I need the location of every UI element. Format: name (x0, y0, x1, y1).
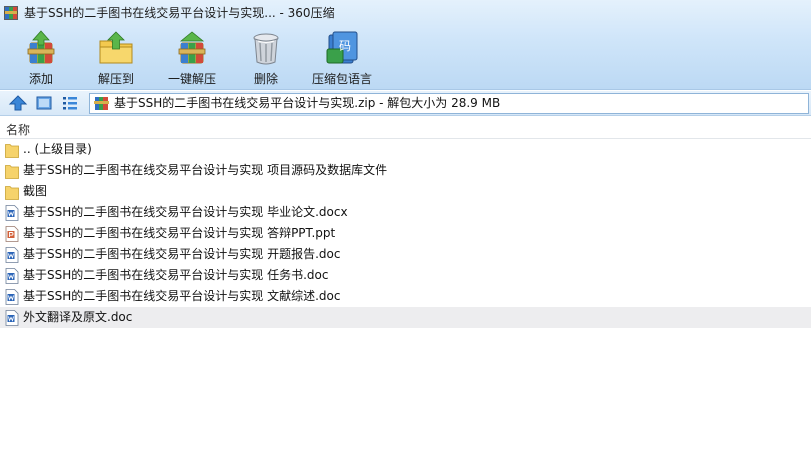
archive-language-label: 压缩包语言 (311, 72, 372, 86)
title-bar[interactable]: 基于SSH的二手图书在线交易平台设计与实现... - 360压缩 (0, 0, 811, 26)
list-item[interactable]: 基于SSH的二手图书在线交易平台设计与实现 文献综述.doc (0, 286, 811, 307)
winrar-books-icon (4, 6, 18, 20)
word-document-icon (5, 310, 19, 326)
folder-icon (5, 165, 19, 179)
file-list: 名称 .. (上级目录) 基于SSH的二手图书在线交易平台设计与实现 项目源码及… (0, 117, 811, 449)
folder-icon (5, 186, 19, 200)
app-window: 基于SSH的二手图书在线交易平台设计与实现... - 360压缩 添加 解压到 … (0, 0, 811, 449)
list-item-name: 基于SSH的二手图书在线交易平台设计与实现 项目源码及数据库文件 (23, 163, 388, 177)
delete-label: 删除 (253, 72, 278, 86)
word-document-icon (5, 247, 19, 263)
list-item[interactable]: 基于SSH的二手图书在线交易平台设计与实现 项目源码及数据库文件 (0, 160, 811, 181)
address-text: 基于SSH的二手图书在线交易平台设计与实现.zip - 解包大小为 28.9 M… (114, 96, 501, 110)
add-archive-icon (27, 30, 55, 64)
one-click-extract-button[interactable]: 一键解压 (164, 26, 220, 88)
list-item-name: 基于SSH的二手图书在线交易平台设计与实现 开题报告.doc (23, 247, 341, 261)
list-item-name: .. (上级目录) (23, 142, 92, 156)
add-label: 添加 (28, 72, 53, 86)
word-document-icon (5, 289, 19, 305)
word-document-icon (5, 205, 19, 221)
winrar-books-icon (94, 97, 109, 110)
list-item[interactable]: .. (上级目录) (0, 139, 811, 160)
list-view-icon[interactable] (60, 94, 80, 112)
extract-to-button[interactable]: 解压到 (88, 26, 144, 88)
list-item-name: 外文翻译及原文.doc (23, 310, 133, 324)
navigation-bar: 基于SSH的二手图书在线交易平台设计与实现.zip - 解包大小为 28.9 M… (0, 91, 811, 116)
toolbar: 添加 解压到 一键解压 删除 码 压缩包语言 (0, 26, 811, 90)
address-field[interactable]: 基于SSH的二手图书在线交易平台设计与实现.zip - 解包大小为 28.9 M… (89, 93, 809, 114)
list-item-name: 基于SSH的二手图书在线交易平台设计与实现 文献综述.doc (23, 289, 341, 303)
one-click-extract-label: 一键解压 (167, 72, 216, 86)
list-item[interactable]: 基于SSH的二手图书在线交易平台设计与实现 任务书.doc (0, 265, 811, 286)
word-document-icon (5, 268, 19, 284)
archive-language-button[interactable]: 码 压缩包语言 (306, 26, 378, 88)
add-button[interactable]: 添加 (14, 26, 68, 88)
list-item[interactable]: 截图 (0, 181, 811, 202)
up-arrow-icon[interactable] (8, 94, 28, 112)
list-item[interactable]: 基于SSH的二手图书在线交易平台设计与实现 开题报告.doc (0, 244, 811, 265)
list-item-name: 基于SSH的二手图书在线交易平台设计与实现 毕业论文.docx (23, 205, 348, 219)
large-icon-view-icon[interactable] (34, 94, 54, 112)
extract-to-icon (99, 31, 133, 64)
column-header-label: 名称 (6, 123, 31, 137)
column-header-name[interactable]: 名称 (0, 117, 811, 139)
one-click-extract-icon (178, 31, 206, 64)
list-item-selected[interactable]: 外文翻译及原文.doc (0, 307, 811, 328)
delete-trash-icon (253, 33, 279, 65)
delete-button[interactable]: 删除 (244, 26, 288, 88)
folder-icon (5, 144, 19, 158)
window-chrome: 基于SSH的二手图书在线交易平台设计与实现... - 360压缩 添加 解压到 … (0, 0, 811, 90)
list-item-name: 基于SSH的二手图书在线交易平台设计与实现 任务书.doc (23, 268, 329, 282)
extract-to-label: 解压到 (97, 72, 134, 86)
list-item[interactable]: 基于SSH的二手图书在线交易平台设计与实现 答辩PPT.ppt (0, 223, 811, 244)
archive-language-icon: 码 (326, 31, 358, 64)
list-item-name: 基于SSH的二手图书在线交易平台设计与实现 答辩PPT.ppt (23, 226, 336, 240)
powerpoint-document-icon (5, 226, 19, 242)
svg-text:码: 码 (339, 39, 351, 53)
list-item[interactable]: 基于SSH的二手图书在线交易平台设计与实现 毕业论文.docx (0, 202, 811, 223)
list-item-name: 截图 (23, 184, 48, 198)
file-rows: .. (上级目录) 基于SSH的二手图书在线交易平台设计与实现 项目源码及数据库… (0, 139, 811, 328)
window-title: 基于SSH的二手图书在线交易平台设计与实现... - 360压缩 (24, 6, 335, 20)
